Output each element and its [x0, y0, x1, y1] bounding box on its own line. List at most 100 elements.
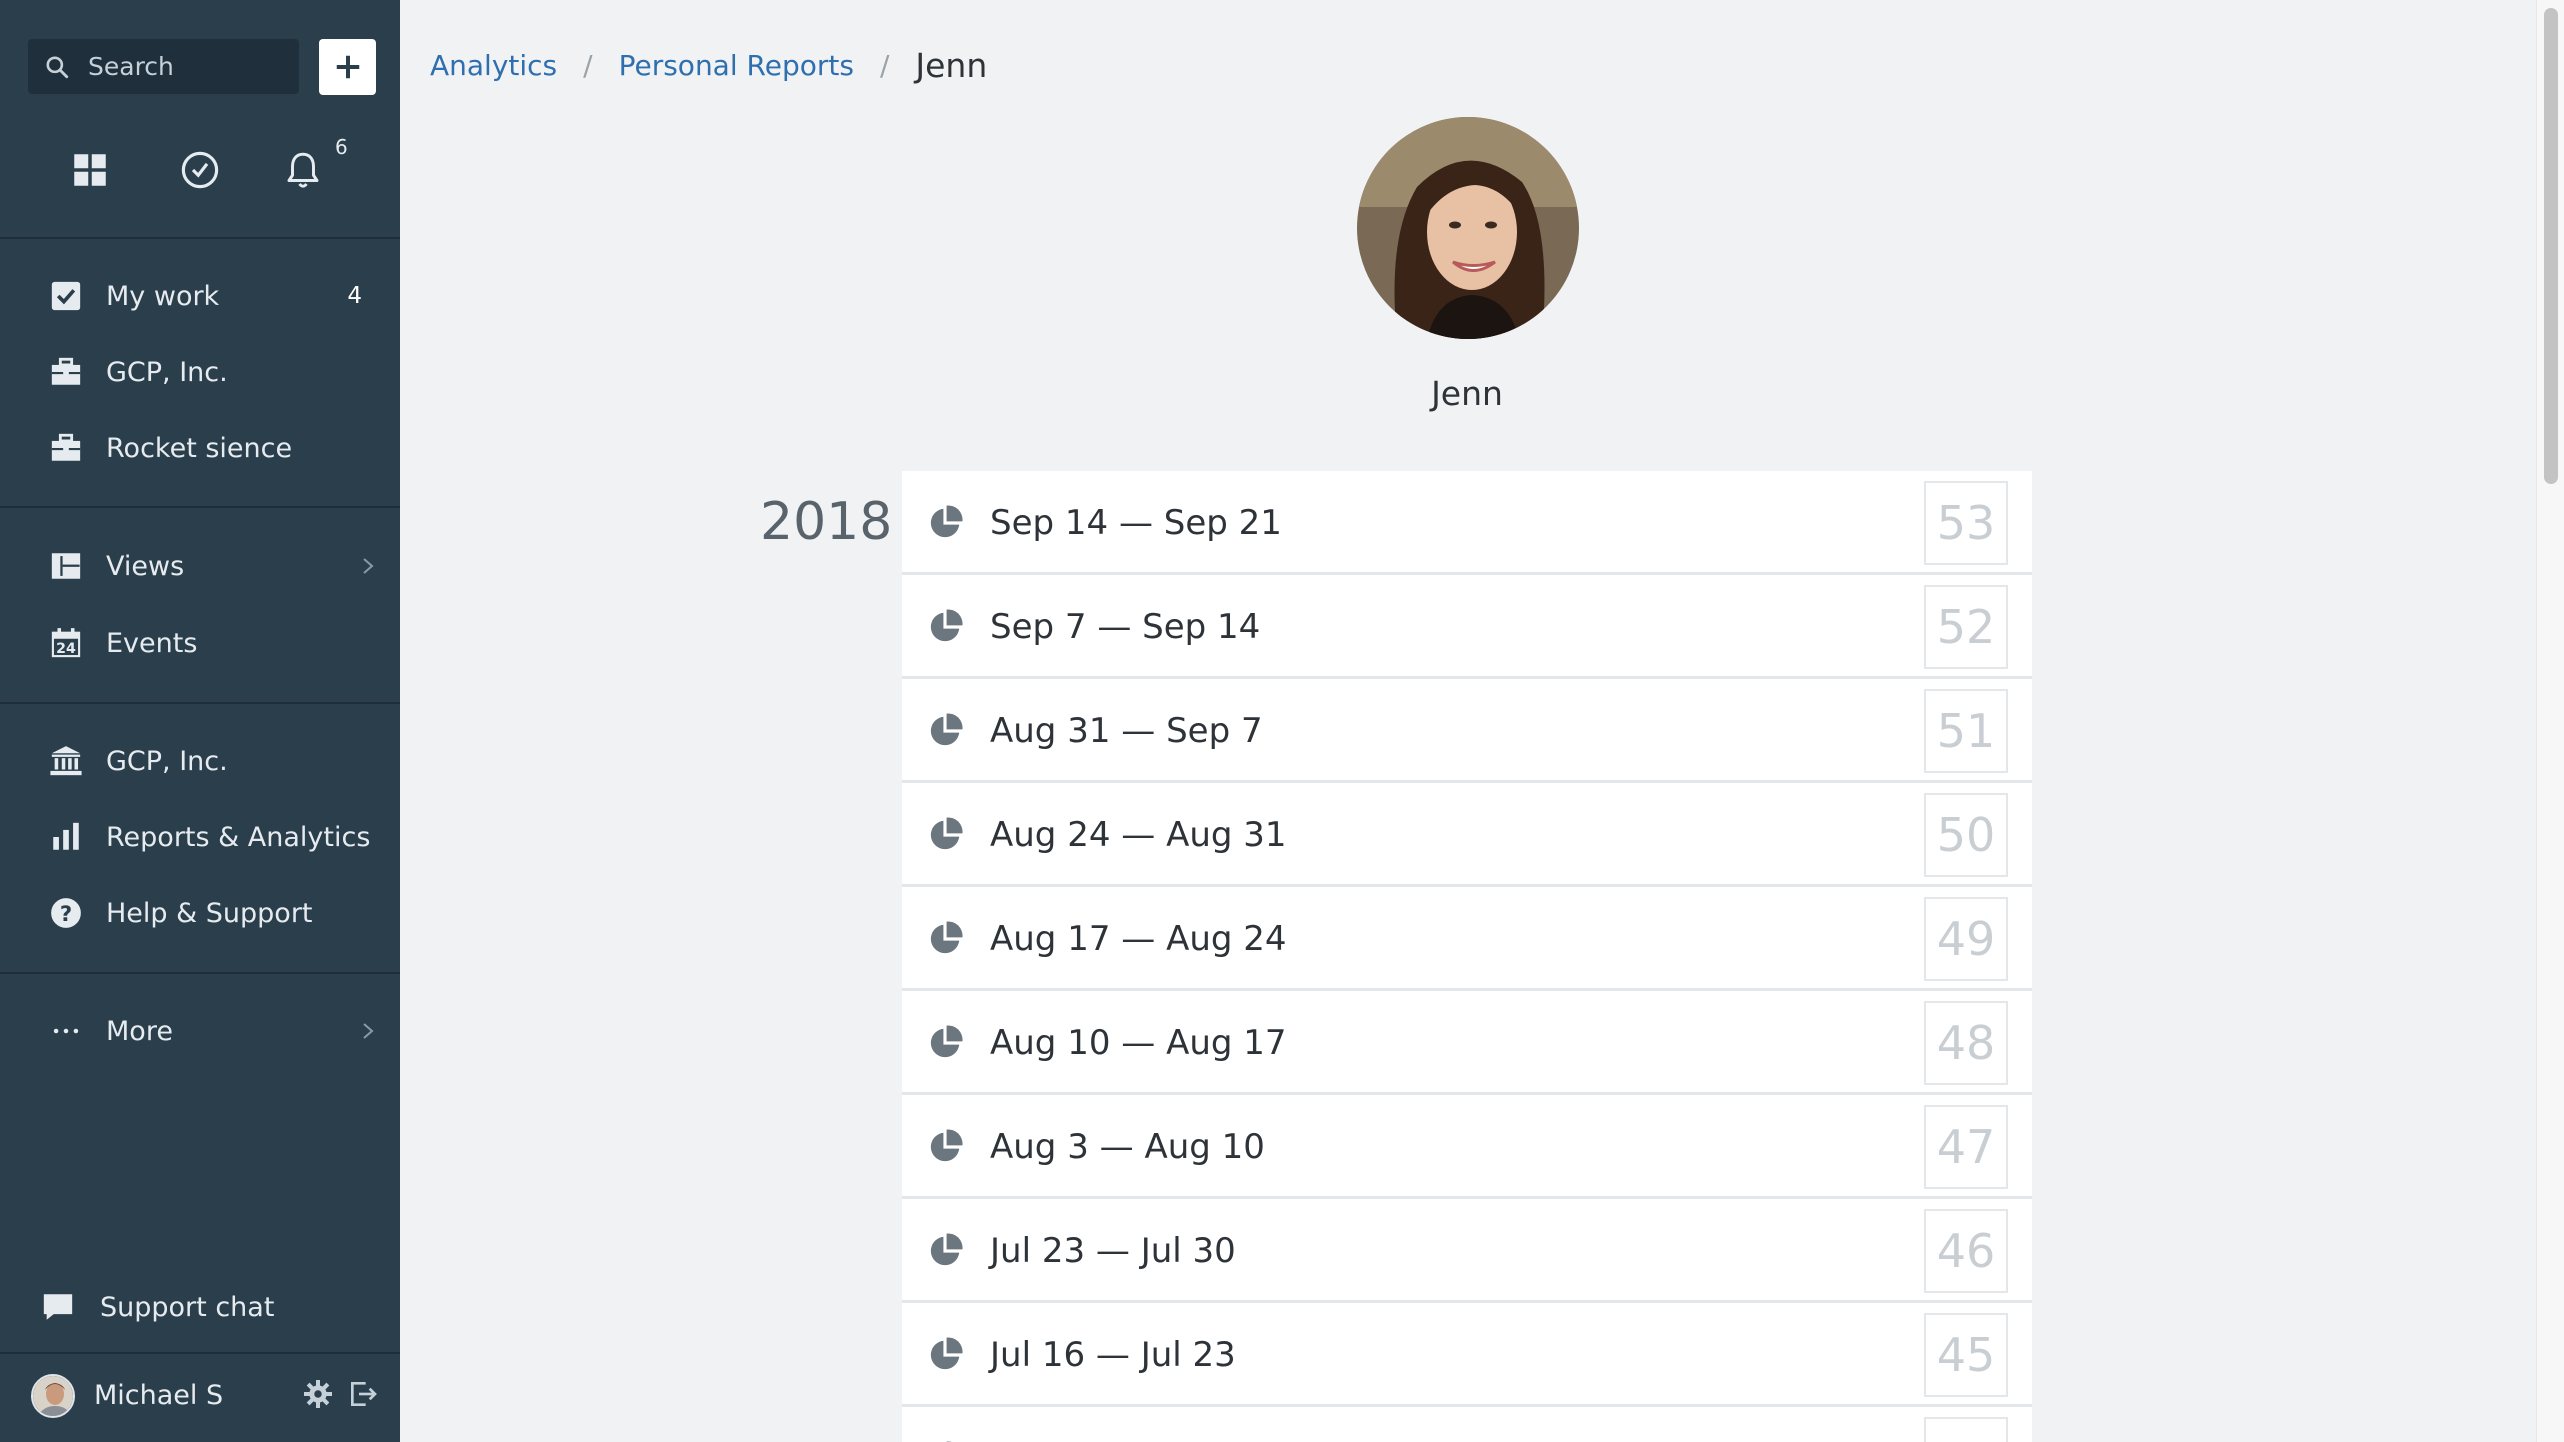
svg-text:24: 24: [56, 641, 76, 657]
pie-chart-icon: [930, 1337, 963, 1370]
report-date-range: Sep 7 — Sep 14: [990, 607, 1261, 647]
notification-count: 6: [335, 135, 348, 159]
user-avatar-image: [33, 1376, 73, 1416]
user-name: Michael S: [94, 1380, 224, 1411]
report-row[interactable]: Sep 7 — Sep 14 52: [902, 575, 2032, 679]
sidebar: 6 My work 4 GCP, Inc.: [0, 0, 400, 1442]
dashboard-button[interactable]: [60, 140, 120, 200]
pie-chart-icon: [930, 505, 963, 538]
notifications-button[interactable]: [273, 140, 333, 200]
week-number: 48: [1924, 1001, 2008, 1085]
support-chat-label: Support chat: [100, 1291, 275, 1323]
checkbox-icon: [51, 281, 81, 311]
plus-icon: [336, 55, 359, 79]
sidebar-item-rocket-sience[interactable]: Rocket sience: [0, 418, 400, 478]
sidebar-item-my-work[interactable]: My work 4: [0, 266, 400, 326]
week-number: 46: [1924, 1209, 2008, 1293]
sidebar-item-label: Reports & Analytics: [106, 821, 371, 853]
chevron-right-icon: [363, 1023, 374, 1039]
year-label: 2018: [760, 492, 893, 552]
sidebar-item-views[interactable]: Views: [0, 536, 400, 596]
briefcase-icon: [51, 357, 81, 385]
week-number: 52: [1924, 585, 2008, 669]
pie-chart-icon: [930, 921, 963, 954]
briefcase-icon: [51, 433, 81, 461]
report-date-range: Aug 17 — Aug 24: [990, 919, 1287, 959]
pie-chart-icon: [930, 1233, 963, 1266]
week-number: 50: [1924, 793, 2008, 877]
support-chat-button[interactable]: Support chat: [0, 1277, 400, 1337]
report-date-range: Jul 23 — Jul 30: [990, 1231, 1236, 1271]
sidebar-item-label: Rocket sience: [106, 432, 293, 464]
sidebar-divider: [0, 972, 400, 974]
report-row[interactable]: Sep 14 — Sep 21 53: [902, 471, 2032, 575]
report-row[interactable]: Aug 3 — Aug 10 47: [902, 1095, 2032, 1199]
week-number: [1924, 1417, 2008, 1442]
report-date-range: Aug 3 — Aug 10: [990, 1127, 1265, 1167]
profile-photo: [1357, 117, 1579, 339]
grid-icon: [74, 154, 106, 186]
user-bar: Michael S: [0, 1352, 400, 1442]
report-list: Sep 14 — Sep 21 53 Sep 7 — Sep 14 52 Aug…: [902, 471, 2032, 1442]
sidebar-item-help-support[interactable]: ? Help & Support: [0, 883, 400, 943]
pie-chart-icon: [930, 1025, 963, 1058]
week-number: 45: [1924, 1313, 2008, 1397]
sidebar-item-label: GCP, Inc.: [106, 745, 228, 777]
sidebar-item-label: Events: [106, 627, 198, 659]
gear-icon[interactable]: [302, 1378, 334, 1410]
search-box[interactable]: [28, 39, 299, 94]
sidebar-item-gcp-inc-company[interactable]: GCP, Inc.: [0, 731, 400, 791]
sidebar-item-label: Views: [106, 550, 185, 582]
profile-avatar: [1357, 117, 1579, 339]
avatar[interactable]: [31, 1374, 75, 1418]
scrollbar[interactable]: [2536, 0, 2564, 1442]
search-input[interactable]: [88, 52, 288, 81]
page-title: Jenn: [915, 45, 988, 85]
report-date-range: Aug 10 — Aug 17: [990, 1023, 1287, 1063]
svg-text:?: ?: [60, 902, 72, 927]
logout-icon[interactable]: [347, 1378, 379, 1410]
bar-chart-icon: [53, 822, 79, 850]
sidebar-item-label: My work: [106, 280, 220, 312]
report-row[interactable]: [902, 1407, 2032, 1442]
report-date-range: Aug 31 — Sep 7: [990, 711, 1263, 751]
week-number: 47: [1924, 1105, 2008, 1189]
sidebar-divider: [0, 237, 400, 239]
report-date-range: Jul 16 — Jul 23: [990, 1335, 1236, 1375]
week-number: 53: [1924, 481, 2008, 565]
report-date-range: Aug 24 — Aug 31: [990, 815, 1287, 855]
sidebar-item-gcp-inc[interactable]: GCP, Inc.: [0, 342, 400, 402]
sidebar-item-label: Help & Support: [106, 897, 313, 929]
sidebar-item-label: GCP, Inc.: [106, 356, 228, 388]
sidebar-divider: [0, 702, 400, 704]
sidebar-item-more[interactable]: More: [0, 1001, 400, 1061]
breadcrumb-analytics-link[interactable]: Analytics: [430, 49, 557, 82]
breadcrumb-personal-reports-link[interactable]: Personal Reports: [619, 49, 854, 82]
pie-chart-icon: [930, 713, 963, 746]
week-number: 49: [1924, 897, 2008, 981]
sidebar-item-events[interactable]: 24 Events: [0, 613, 400, 673]
scrollbar-thumb[interactable]: [2544, 8, 2558, 484]
my-work-count: 4: [347, 283, 362, 309]
pie-chart-icon: [930, 817, 963, 850]
report-row[interactable]: Aug 31 — Sep 7 51: [902, 679, 2032, 783]
breadcrumb-separator: /: [583, 48, 593, 82]
pie-chart-icon: [930, 1129, 963, 1162]
chevron-right-icon: [363, 558, 374, 574]
breadcrumb-separator: /: [879, 48, 890, 82]
add-button[interactable]: [319, 39, 376, 95]
time-button[interactable]: [170, 140, 230, 200]
bank-icon: [50, 746, 82, 776]
breadcrumb: Analytics / Personal Reports / Jenn: [430, 40, 987, 90]
bell-icon: [287, 152, 319, 188]
report-row[interactable]: Jul 16 — Jul 23 45: [902, 1303, 2032, 1407]
report-row[interactable]: Aug 24 — Aug 31 50: [902, 783, 2032, 887]
chat-icon: [43, 1294, 73, 1320]
ellipsis-icon: [53, 1028, 79, 1034]
report-row[interactable]: Aug 10 — Aug 17 48: [902, 991, 2032, 1095]
sidebar-item-reports-analytics[interactable]: Reports & Analytics: [0, 807, 400, 867]
question-icon: ?: [51, 898, 81, 928]
profile-name: Jenn: [1431, 374, 1503, 413]
report-row[interactable]: Aug 17 — Aug 24 49: [902, 887, 2032, 991]
report-row[interactable]: Jul 23 — Jul 30 46: [902, 1199, 2032, 1303]
